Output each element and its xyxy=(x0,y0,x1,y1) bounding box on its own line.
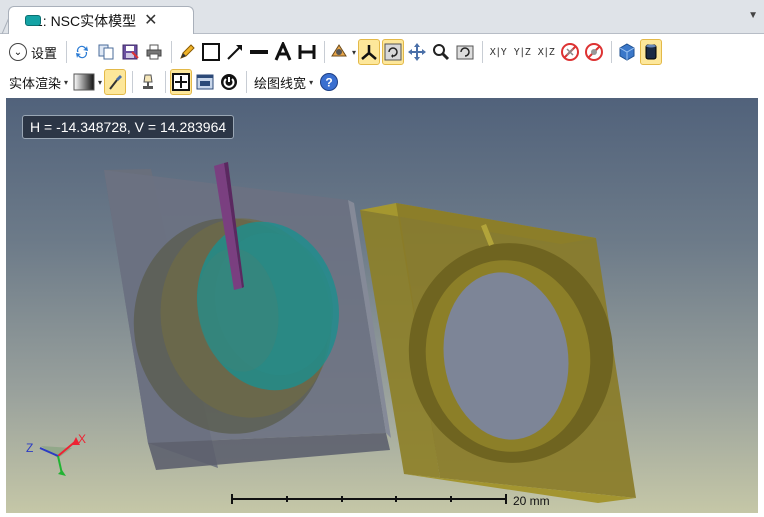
reset-view-button[interactable] xyxy=(454,39,476,65)
draw-arrow-button[interactable] xyxy=(224,39,246,65)
axes-toggle-button[interactable] xyxy=(358,39,381,65)
dimension-icon xyxy=(298,45,316,59)
solid-cylinder-icon xyxy=(645,44,657,60)
arrow-icon xyxy=(227,45,243,60)
gradient-dropdown[interactable]: ▾ xyxy=(73,69,102,95)
draw-rectangle-button[interactable] xyxy=(200,39,222,65)
chevron-down-icon: ▾ xyxy=(98,77,103,87)
hide-ray-alt-button[interactable] xyxy=(583,39,605,65)
lamp-icon xyxy=(143,74,154,89)
hide-ray-button[interactable] xyxy=(559,39,581,65)
hide-ray-alt-icon xyxy=(585,43,604,61)
tab-title: 1: NSC实体模型 xyxy=(35,12,137,29)
zoom-button[interactable] xyxy=(430,39,452,65)
solid-render-label: 实体渲染 xyxy=(9,75,62,91)
draw-text-button[interactable] xyxy=(272,39,294,65)
rectangle-icon xyxy=(202,43,221,61)
rotate-view-button[interactable] xyxy=(382,39,405,65)
scale-bar xyxy=(231,494,507,504)
power-icon xyxy=(221,74,238,90)
chevron-down-icon: ▾ xyxy=(309,77,314,87)
axis-triad: X Z xyxy=(26,432,86,476)
left-mount-block xyxy=(104,162,391,470)
tab-nsc-solid-model[interactable]: 1: NSC实体模型 ✕ xyxy=(8,6,194,34)
rotate-object-dropdown[interactable]: ▾ xyxy=(329,39,356,65)
toolbar-separator xyxy=(246,71,248,93)
draw-dimension-button[interactable] xyxy=(296,39,318,65)
hide-ray-icon xyxy=(561,43,580,61)
save-icon xyxy=(122,44,139,60)
right-mount-block xyxy=(360,203,636,503)
z-axis-label: Z xyxy=(26,441,33,455)
line-width-dropdown[interactable]: 绘图线宽 ▾ xyxy=(251,69,316,95)
copy-icon xyxy=(98,44,114,60)
help-button[interactable]: ? xyxy=(318,69,340,95)
window-button[interactable] xyxy=(194,69,216,95)
draw-line-button[interactable] xyxy=(248,39,270,65)
line-width-label: 绘图线宽 xyxy=(254,75,307,91)
axes-icon xyxy=(361,45,377,60)
toolbar-separator xyxy=(171,41,173,63)
toolbar-separator xyxy=(66,41,68,63)
rotate-object-icon xyxy=(331,44,347,57)
lamp-button[interactable] xyxy=(137,69,159,95)
view-xy-button[interactable]: X|Y xyxy=(487,39,509,65)
reset-view-icon xyxy=(456,45,474,60)
power-button[interactable] xyxy=(218,69,240,95)
solid-model-icon xyxy=(25,15,41,26)
document-tab-strip: 1: NSC实体模型 ✕ ▼ xyxy=(0,0,764,34)
settings-button[interactable]: ⌄ 设置 xyxy=(6,39,60,65)
gradient-icon xyxy=(73,73,95,91)
view-xz-button[interactable]: X|Z xyxy=(535,39,557,65)
view-yz-label: Y|Z xyxy=(513,46,531,58)
cube-view-button[interactable] xyxy=(616,39,638,65)
view-xy-label: X|Y xyxy=(489,46,507,58)
refresh-button[interactable] xyxy=(71,39,93,65)
toolbar-separator xyxy=(132,71,134,93)
toolbar-separator xyxy=(165,71,167,93)
pencil-icon xyxy=(180,44,195,59)
settings-dropdown-icon: ⌄ xyxy=(9,43,27,61)
toolbar-separator xyxy=(324,41,326,63)
settings-label: 设置 xyxy=(31,45,58,61)
pan-icon xyxy=(408,43,427,61)
text-icon xyxy=(274,42,292,61)
cursor-coordinates: H = -14.348728, V = 14.283964 xyxy=(22,115,235,139)
chevron-down-icon: ▾ xyxy=(352,47,357,57)
model-scene: X Z xyxy=(26,162,636,504)
solid-view-button[interactable] xyxy=(640,39,663,65)
help-icon: ? xyxy=(320,73,339,91)
pan-button[interactable] xyxy=(406,39,428,65)
copy-button[interactable] xyxy=(95,39,117,65)
rotate-view-icon xyxy=(384,43,402,61)
tab-menu-icon[interactable]: ▼ xyxy=(748,10,758,21)
x-axis-label: X xyxy=(78,432,86,446)
render-toolbar: 实体渲染 ▾ ▾ 绘图线宽 ▾ ? xyxy=(0,66,764,98)
save-button[interactable] xyxy=(119,39,141,65)
chevron-down-icon: ▾ xyxy=(64,77,69,87)
view-xz-label: X|Z xyxy=(537,46,555,58)
close-icon[interactable]: ✕ xyxy=(144,12,157,29)
brush-button[interactable] xyxy=(104,69,127,95)
refresh-icon xyxy=(76,45,89,59)
view-yz-button[interactable]: Y|Z xyxy=(511,39,533,65)
line-icon xyxy=(250,50,269,54)
grid-toggle-button[interactable] xyxy=(170,69,193,95)
grid-icon xyxy=(172,73,191,91)
zoom-icon xyxy=(433,44,450,61)
print-button[interactable] xyxy=(143,39,165,65)
window-icon xyxy=(196,74,214,90)
3d-viewport[interactable]: X Z H = -14.348728, V = 14.283964 20 mm xyxy=(6,98,758,513)
draw-pencil-button[interactable] xyxy=(176,39,198,65)
print-icon xyxy=(146,44,162,60)
svg-text:?: ? xyxy=(325,76,332,90)
toolbar-separator xyxy=(482,41,484,63)
toolbar-separator xyxy=(611,41,613,63)
solid-render-dropdown[interactable]: 实体渲染 ▾ xyxy=(6,69,71,95)
brush-icon xyxy=(109,75,123,90)
scale-bar-label: 20 mm xyxy=(513,494,550,508)
cube-icon xyxy=(619,43,635,61)
main-toolbar: ⌄ 设置 ▾ X|Y Y|Z X|Z xyxy=(0,36,764,68)
